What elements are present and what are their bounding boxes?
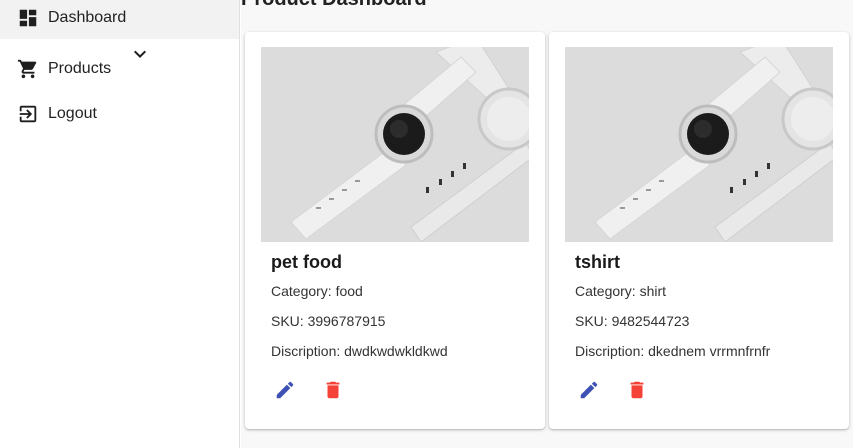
- trash-icon: [326, 381, 340, 399]
- page-title: Product Dashboard: [241, 0, 427, 11]
- product-category: Category: shirt: [575, 283, 667, 299]
- product-description: Discription: dkednem vrrmnfrnfr: [575, 343, 771, 359]
- product-description: Discription: dwdkwdwkldkwd: [271, 343, 448, 359]
- product-image: [261, 47, 529, 242]
- sidebar-item-label: Logout: [48, 105, 97, 122]
- product-name: tshirt: [575, 252, 620, 272]
- main-content: Product Dashboard pet food Category: foo…: [241, 0, 853, 448]
- trash-icon: [630, 381, 644, 399]
- dashboard-icon: [16, 6, 40, 30]
- chevron-down-icon[interactable]: [128, 42, 152, 66]
- product-card: pet food Category: food SKU: 3996787915 …: [245, 32, 545, 429]
- edit-button[interactable]: [271, 376, 299, 404]
- product-category: Category: food: [271, 283, 363, 299]
- sidebar-item-logout[interactable]: Logout: [0, 93, 239, 135]
- edit-button[interactable]: [575, 376, 603, 404]
- delete-button[interactable]: [319, 376, 347, 404]
- product-card: tshirt Category: shirt SKU: 9482544723 D…: [549, 32, 849, 429]
- product-sku: SKU: 9482544723: [575, 313, 690, 329]
- product-name: pet food: [271, 252, 342, 272]
- sidebar: Dashboard Products Logout: [0, 0, 240, 448]
- cart-icon: [16, 57, 40, 81]
- product-image: [565, 47, 833, 242]
- delete-button[interactable]: [623, 376, 651, 404]
- pencil-icon: [580, 381, 598, 399]
- logout-icon: [16, 102, 40, 126]
- sidebar-item-label: Dashboard: [48, 9, 127, 26]
- product-sku: SKU: 3996787915: [271, 313, 386, 329]
- pencil-icon: [276, 381, 294, 399]
- sidebar-item-products[interactable]: Products: [0, 48, 239, 90]
- sidebar-item-label: Products: [48, 60, 112, 77]
- sidebar-item-dashboard[interactable]: Dashboard: [0, 0, 239, 39]
